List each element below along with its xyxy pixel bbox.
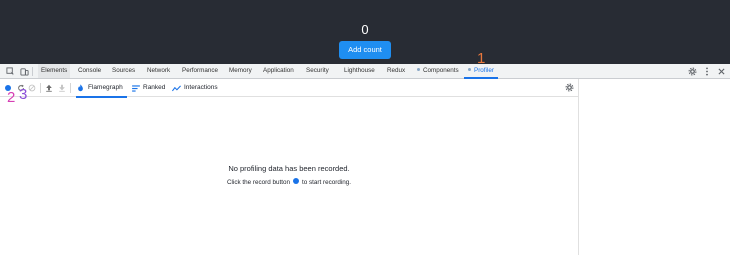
profiler-side-pane	[578, 79, 730, 255]
clear-icon[interactable]	[26, 82, 38, 94]
tab-ranked[interactable]: Ranked	[131, 79, 166, 97]
record-icon[interactable]	[293, 178, 299, 185]
tab-network[interactable]: Network	[147, 64, 170, 78]
profiler-settings-gear-icon[interactable]	[564, 82, 576, 94]
tab-sources[interactable]: Sources	[112, 64, 135, 78]
save-profile-icon[interactable]	[56, 82, 68, 94]
ranked-icon	[131, 79, 140, 97]
more-vertical-icon[interactable]	[705, 64, 709, 78]
tab-components-label: Components	[423, 67, 459, 74]
annotation-number-2: 2	[7, 89, 16, 106]
tab-profiler-label: Profiler	[474, 67, 494, 74]
empty-state-text-before: Click the record button	[227, 179, 290, 186]
tab-flamegraph-label: Flamegraph	[88, 84, 123, 91]
tab-redux[interactable]: Redux	[387, 64, 405, 78]
empty-state-title: No profiling data has been recorded.	[228, 164, 350, 173]
tab-performance[interactable]: Performance	[182, 64, 218, 78]
tab-ranked-label: Ranked	[143, 84, 166, 91]
device-toolbar-icon[interactable]	[17, 64, 31, 78]
tab-components[interactable]: Components	[417, 64, 459, 78]
profiler-toolbar: Flamegraph Ranked Interactions	[0, 79, 578, 98]
react-dot-icon	[468, 67, 471, 71]
empty-state-text-after: to start recording.	[302, 179, 351, 186]
devtools-tabbar: Elements Console Sources Network Perform…	[0, 64, 730, 79]
tab-security[interactable]: Security	[306, 64, 329, 78]
gear-icon[interactable]	[688, 64, 697, 78]
react-dot-icon	[417, 67, 420, 71]
app-preview: 0 Add count	[0, 0, 730, 64]
tab-console[interactable]: Console	[78, 64, 101, 78]
tab-lighthouse[interactable]: Lighthouse	[344, 64, 375, 78]
inspect-element-icon[interactable]	[3, 64, 17, 78]
annotation-number-3: 3	[19, 86, 28, 103]
load-profile-icon[interactable]	[43, 82, 55, 94]
toolbar-divider	[32, 67, 33, 76]
tab-interactions[interactable]: Interactions	[172, 79, 218, 97]
tab-interactions-label: Interactions	[184, 84, 218, 91]
toolbar-divider	[40, 83, 41, 93]
close-icon[interactable]	[718, 64, 725, 78]
flame-icon	[76, 79, 85, 97]
add-count-button[interactable]: Add count	[339, 41, 391, 59]
tab-elements[interactable]: Elements	[38, 64, 71, 78]
tab-memory[interactable]: Memory	[229, 64, 252, 78]
annotation-number-1: 1	[477, 50, 486, 67]
toolbar-divider	[70, 83, 71, 93]
tab-flamegraph[interactable]: Flamegraph	[76, 79, 127, 98]
empty-state-subtitle: Click the record button to start recordin…	[0, 178, 578, 186]
count-value: 0	[361, 22, 369, 37]
tab-application[interactable]: Application	[263, 64, 294, 78]
interactions-icon	[172, 79, 181, 97]
